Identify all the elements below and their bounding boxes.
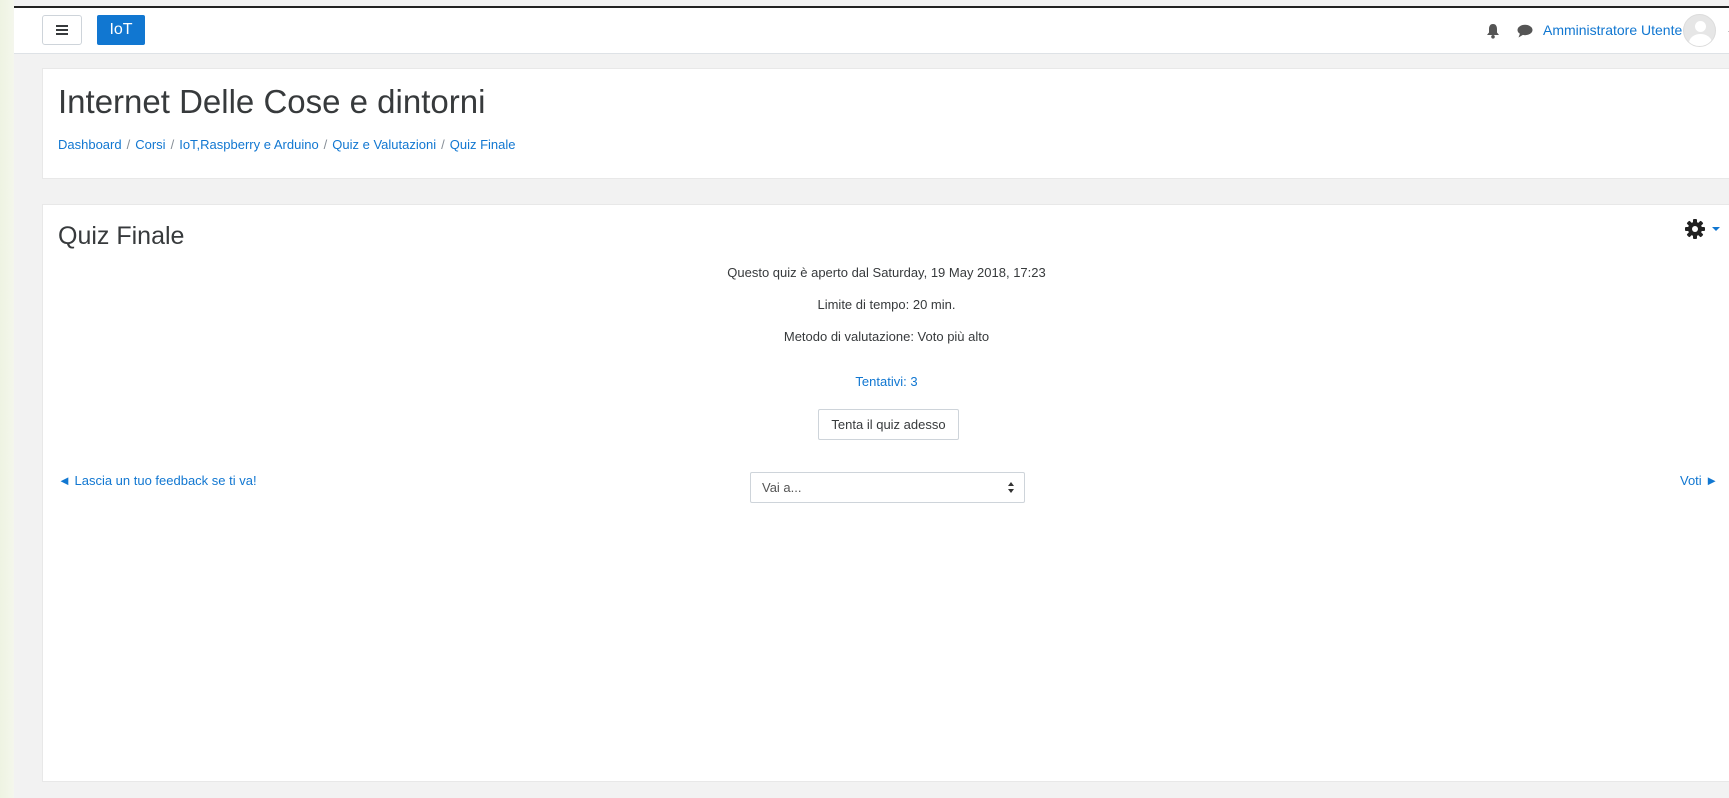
- attempt-quiz-button[interactable]: Tenta il quiz adesso: [818, 409, 959, 440]
- quiz-attempts-link: Tentativi: 3: [43, 374, 1729, 389]
- avatar[interactable]: [1683, 14, 1716, 47]
- breadcrumb-separator: /: [441, 137, 445, 152]
- brand-logo[interactable]: IoT: [97, 15, 145, 45]
- breadcrumb-separator: /: [126, 137, 131, 152]
- menu-toggle-button[interactable]: [42, 15, 82, 45]
- bell-icon[interactable]: [1486, 23, 1500, 39]
- quiz-title: Quiz Finale: [58, 222, 185, 250]
- select-arrows-icon: [1008, 482, 1015, 494]
- attempts-link[interactable]: Tentativi: 3: [855, 374, 917, 389]
- quiz-card: Quiz Finale Questo quiz è aperto dal Sat…: [42, 204, 1729, 782]
- user-menu-name[interactable]: Amministratore Utente: [1543, 22, 1682, 38]
- quiz-open-info: Questo quiz è aperto dal Saturday, 19 Ma…: [727, 265, 1046, 280]
- breadcrumb-item-dashboard[interactable]: Dashboard: [58, 137, 122, 152]
- quiz-time-limit: Limite di tempo: 20 min.: [817, 297, 956, 312]
- jump-to-select-value: Vai a...: [762, 480, 802, 495]
- jump-to-select[interactable]: Vai a...: [750, 472, 1025, 503]
- breadcrumb-separator: /: [323, 137, 328, 152]
- breadcrumb-item-section[interactable]: Quiz e Valutazioni: [332, 137, 436, 152]
- gear-icon[interactable]: [1684, 218, 1706, 240]
- breadcrumb-item-quiz[interactable]: Quiz Finale: [450, 137, 516, 152]
- breadcrumb-item-courses[interactable]: Corsi: [135, 137, 165, 152]
- breadcrumb-separator: /: [170, 137, 175, 152]
- previous-activity-link[interactable]: ◄ Lascia un tuo feedback se ti va!: [58, 473, 257, 488]
- next-activity-link[interactable]: Voti ►: [1680, 473, 1718, 488]
- page-header: Internet Delle Cose e dintorni Dashboard…: [42, 68, 1729, 179]
- breadcrumb-item-course[interactable]: IoT,Raspberry e Arduino: [179, 137, 318, 152]
- navbar: IoT Amministratore Utente: [14, 8, 1729, 54]
- chat-icon[interactable]: [1517, 24, 1533, 38]
- hamburger-icon: [56, 25, 68, 35]
- chevron-down-icon[interactable]: [1712, 227, 1720, 231]
- page-title: Internet Delle Cose e dintorni: [58, 83, 486, 120]
- breadcrumb: Dashboard / Corsi / IoT,Raspberry e Arduino /…: [58, 137, 516, 152]
- quiz-grading-method: Metodo di valutazione: Voto più alto: [783, 329, 990, 344]
